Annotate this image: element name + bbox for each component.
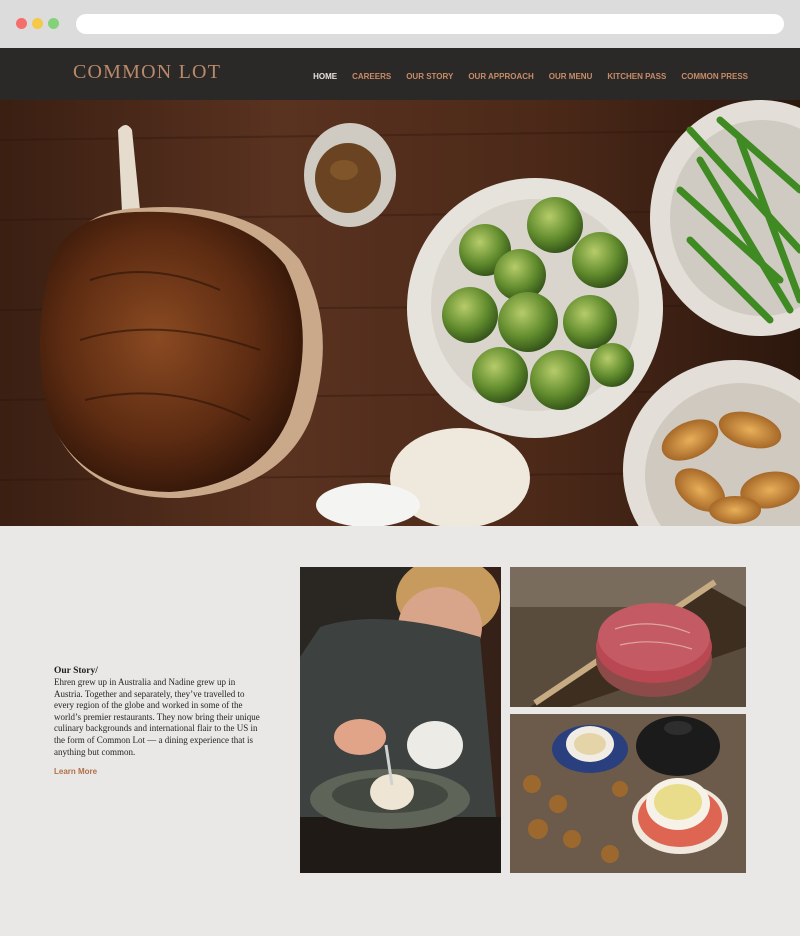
nav-kitchen-pass[interactable]: KITCHEN PASS [607,72,666,81]
our-story-heading: Our Story/ [54,666,98,676]
close-window-button[interactable] [16,18,27,29]
nav-our-menu[interactable]: OUR MENU [549,72,593,81]
address-bar[interactable] [76,14,784,34]
tea-service-illustration [510,714,746,873]
maximize-window-button[interactable] [48,18,59,29]
site-header: COMMON LOT HOME CAREERS OUR STORY OUR AP… [0,48,800,100]
minimize-window-button[interactable] [32,18,43,29]
nav-our-approach[interactable]: OUR APPROACH [468,72,533,81]
our-story-body: Ehren grew up in Australia and Nadine gr… [54,677,260,757]
nav-our-story[interactable]: OUR STORY [406,72,453,81]
chef-plating-illustration [300,567,501,873]
raw-steak-illustration [510,567,746,707]
hero-image [0,100,800,526]
hero-food-illustration [0,100,800,526]
site-logo[interactable]: COMMON LOT [73,61,221,84]
chef-plating-photo [300,567,501,873]
nav-careers[interactable]: CAREERS [352,72,391,81]
nav-common-press[interactable]: COMMON PRESS [681,72,748,81]
main-nav: HOME CAREERS OUR STORY OUR APPROACH OUR … [298,72,748,81]
browser-chrome [0,0,800,48]
nav-home[interactable]: HOME [313,72,337,81]
our-story-section: Our Story/ Ehren grew up in Australia an… [54,666,264,779]
tea-service-photo [510,714,746,873]
learn-more-link[interactable]: Learn More [54,767,97,776]
raw-steak-photo [510,567,746,707]
